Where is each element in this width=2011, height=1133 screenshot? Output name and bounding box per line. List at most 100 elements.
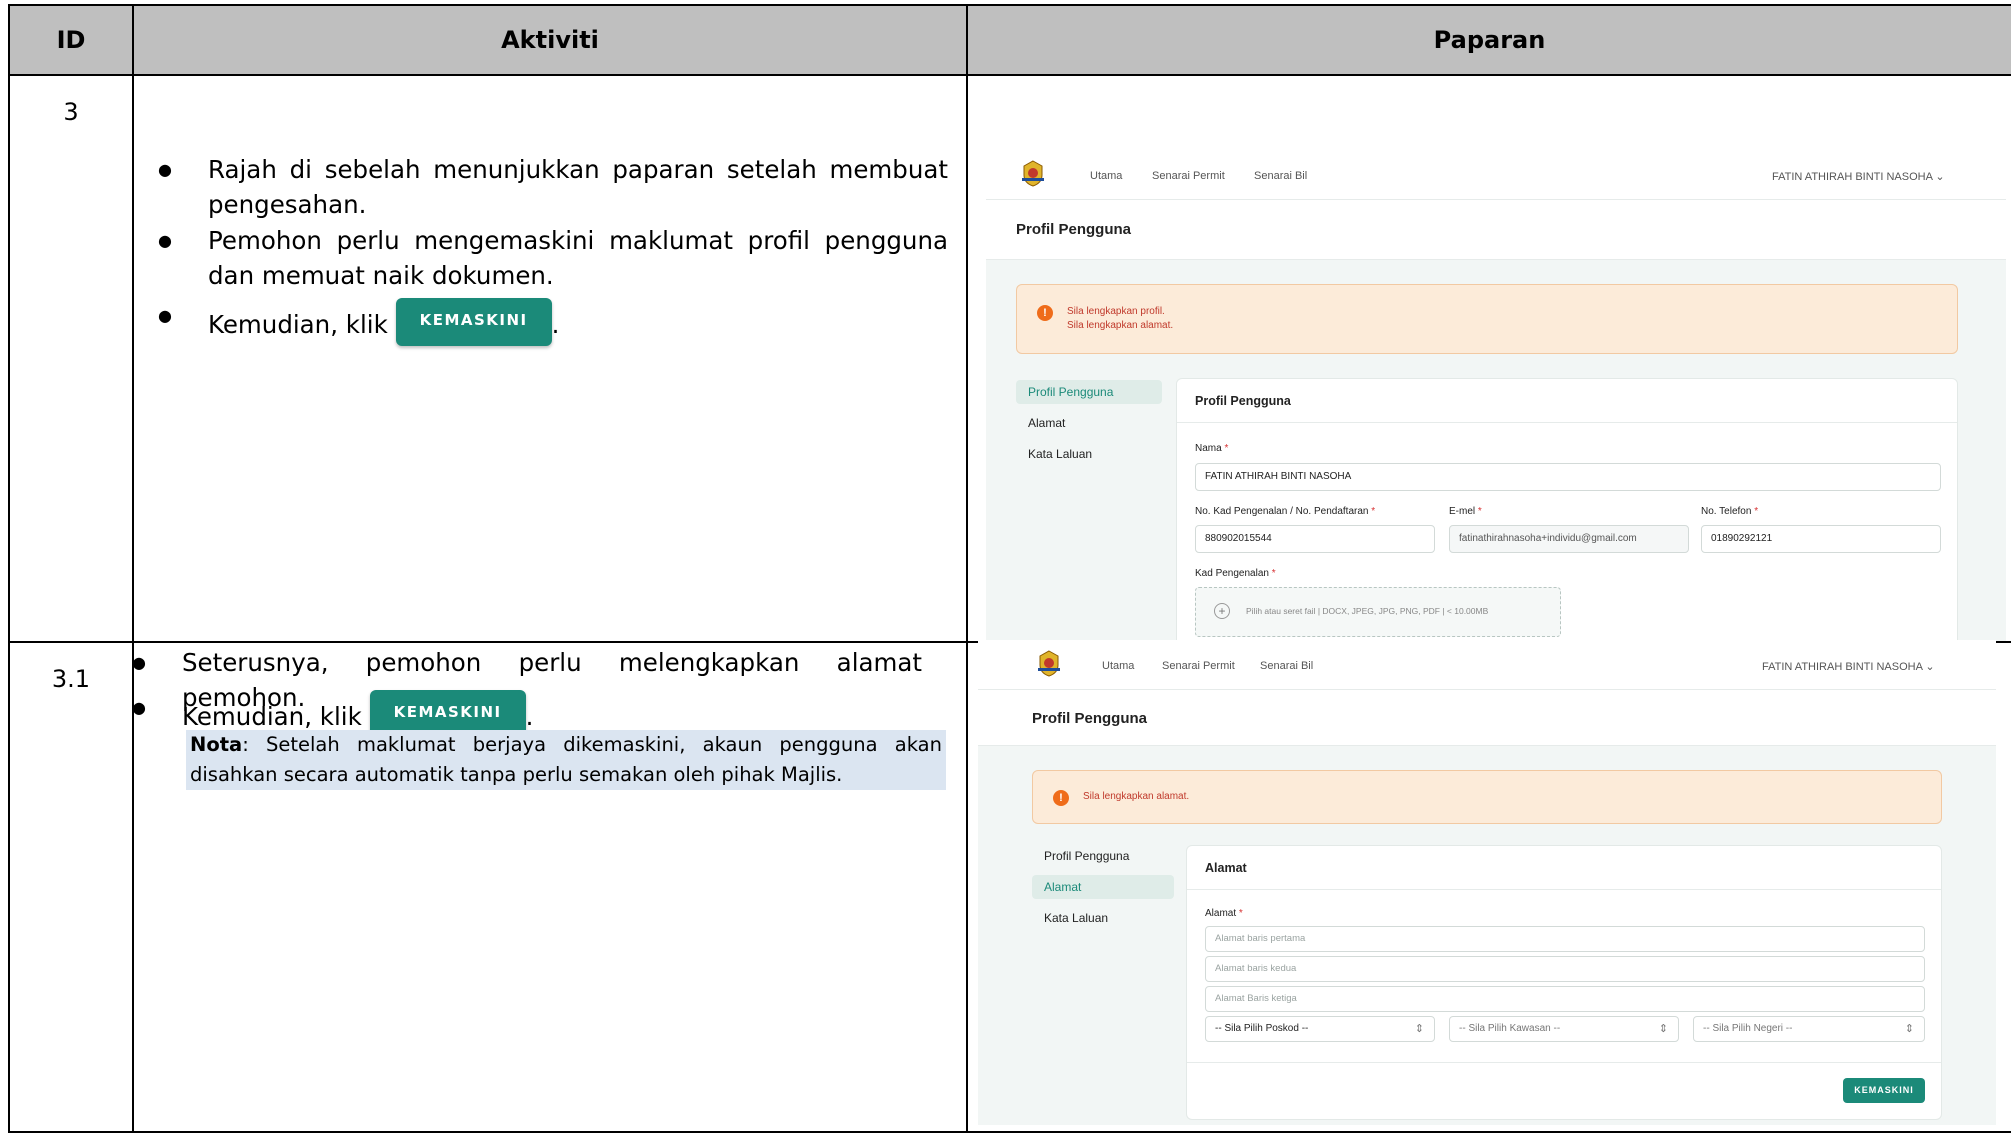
user-name: FATIN ATHIRAH BINTI NASOHA <box>1772 171 1933 183</box>
row-id: 3.1 <box>8 641 134 1133</box>
nama-label: Nama * <box>1195 443 1228 454</box>
row-activity: Rajah di sebelah menunjukkan paparan set… <box>132 74 968 643</box>
kemaskini-button[interactable]: KEMASKINI <box>1843 1078 1925 1103</box>
required-mark: * <box>1271 568 1276 579</box>
alert-circle-icon: ! <box>1037 305 1053 321</box>
select-arrows-icon: ⇕ <box>1414 1023 1424 1035</box>
user-menu[interactable]: FATIN ATHIRAH BINTI NASOHA ⌄ <box>1762 660 1935 673</box>
nav-utama[interactable]: Utama <box>1090 170 1122 182</box>
label-text: No. Telefon <box>1701 506 1752 517</box>
alert-circle-icon: ! <box>1053 790 1069 806</box>
bullet-end: . <box>525 702 534 731</box>
alert-text: Sila lengkapkan profil. Sila lengkapkan … <box>1067 305 1173 333</box>
crest-logo <box>1022 160 1044 187</box>
row-id: 3 <box>8 74 134 643</box>
required-mark: * <box>1238 908 1243 919</box>
alamat-line-2[interactable]: Alamat baris kedua <box>1205 956 1925 982</box>
alert-box: ! Sila lengkapkan profil. Sila lengkapka… <box>1016 284 1958 354</box>
nav-senarai-bil[interactable]: Senarai Bil <box>1254 170 1307 182</box>
kad-label: Kad Pengenalan * <box>1195 568 1276 579</box>
nav-senarai-bil[interactable]: Senarai Bil <box>1260 660 1313 672</box>
alert-line: Sila lengkapkan profil. <box>1067 306 1165 317</box>
table-row: 3 Rajah di sebelah menunjukkan paparan s… <box>8 74 2011 643</box>
nota-box: Nota: Setelah maklumat berjaya dikemaski… <box>186 730 946 790</box>
nav-senarai-permit[interactable]: Senarai Permit <box>1152 170 1225 182</box>
chevron-down-icon: ⌄ <box>1935 171 1945 183</box>
alamat-card: Alamat Alamat * Alamat baris pertama Ala… <box>1186 845 1942 1120</box>
phone-field[interactable]: 01890292121 <box>1701 525 1941 553</box>
alamat-screen: Utama Senarai Permit Senarai Bil FATIN A… <box>978 640 1996 1125</box>
nota-label: Nota <box>190 733 243 756</box>
card-title: Alamat <box>1187 846 1941 890</box>
select-arrows-icon: ⇕ <box>1904 1023 1914 1035</box>
page-title: Profil Pengguna <box>1032 710 1148 727</box>
kemaskini-button-image: KEMASKINI <box>395 298 552 346</box>
nota-text: : Setelah maklumat berjaya dikemaskini, … <box>190 733 942 786</box>
crest-logo <box>1038 650 1060 677</box>
upload-dropzone[interactable]: + Pilih atau seret fail | DOCX, JPEG, JP… <box>1195 587 1561 637</box>
page-title: Profil Pengguna <box>1016 221 1132 238</box>
nama-field[interactable]: FATIN ATHIRAH BINTI NASOHA <box>1195 463 1941 491</box>
poskod-select[interactable]: -- Sila Pilih Poskod -- ⇕ <box>1205 1016 1435 1042</box>
plus-circle-icon: + <box>1214 603 1230 619</box>
alamat-line-3[interactable]: Alamat Baris ketiga <box>1205 986 1925 1012</box>
user-menu[interactable]: FATIN ATHIRAH BINTI NASOHA ⌄ <box>1772 170 1945 183</box>
side-menu: Profil Pengguna Alamat Kata Laluan <box>1016 380 1162 473</box>
nav-senarai-permit[interactable]: Senarai Permit <box>1162 660 1235 672</box>
bullet-item: Kemudian, klik KEMASKINI. <box>152 298 948 346</box>
bullet-text: Kemudian, klik <box>208 310 388 339</box>
bullet-item: Pemohon perlu mengemaskini maklumat prof… <box>152 223 948 293</box>
select-arrows-icon: ⇕ <box>1658 1023 1668 1035</box>
card-title: Profil Pengguna <box>1177 379 1957 423</box>
bullet-item: Rajah di sebelah menunjukkan paparan set… <box>152 152 948 222</box>
required-mark: * <box>1754 506 1759 517</box>
alamat-label: Alamat * <box>1205 908 1243 919</box>
row-screenshot: Utama Senarai Permit Senarai Bil FATIN A… <box>966 74 2011 643</box>
side-menu: Profil Pengguna Alamat Kata Laluan <box>1032 844 1174 937</box>
ic-field[interactable]: 880902015544 <box>1195 525 1435 553</box>
user-name: FATIN ATHIRAH BINTI NASOHA <box>1762 661 1923 673</box>
side-item-kata-laluan[interactable]: Kata Laluan <box>1016 442 1162 466</box>
select-value: -- Sila Pilih Poskod -- <box>1215 1023 1309 1034</box>
bullet-end: . <box>551 310 560 339</box>
label-text: Kad Pengenalan <box>1195 568 1269 579</box>
label-text: No. Kad Pengenalan / No. Pendaftaran <box>1195 506 1369 517</box>
bullet-text: Kemudian, klik <box>182 702 362 731</box>
side-item-kata-laluan[interactable]: Kata Laluan <box>1032 906 1174 930</box>
label-text: Nama <box>1195 443 1222 454</box>
nav-utama[interactable]: Utama <box>1102 660 1134 672</box>
header-id: ID <box>8 4 134 76</box>
label-text: E-mel <box>1449 506 1476 517</box>
label-text: Alamat <box>1205 908 1237 919</box>
page-header: Profil Pengguna <box>978 690 1996 746</box>
alert-text: Sila lengkapkan alamat. <box>1083 791 1190 802</box>
required-mark: * <box>1477 506 1482 517</box>
phone-label: No. Telefon * <box>1701 506 1758 517</box>
top-navbar: Utama Senarai Permit Senarai Bil FATIN A… <box>986 150 2006 200</box>
side-item-profil[interactable]: Profil Pengguna <box>1032 844 1174 868</box>
page-header: Profil Pengguna <box>986 200 2006 260</box>
required-mark: * <box>1371 506 1376 517</box>
email-label: E-mel * <box>1449 506 1482 517</box>
negeri-select[interactable]: -- Sila Pilih Negeri -- ⇕ <box>1693 1016 1925 1042</box>
header-paparan: Paparan <box>966 4 2011 76</box>
alert-box: ! Sila lengkapkan alamat. <box>1032 770 1942 824</box>
select-value: -- Sila Pilih Negeri -- <box>1703 1023 1793 1034</box>
upload-hint: Pilih atau seret fail | DOCX, JPEG, JPG,… <box>1246 606 1489 616</box>
profile-screen: Utama Senarai Permit Senarai Bil FATIN A… <box>986 150 2006 640</box>
header-aktiviti: Aktiviti <box>132 4 968 76</box>
side-item-alamat[interactable]: Alamat <box>1032 875 1174 899</box>
required-mark: * <box>1224 443 1229 454</box>
divider <box>1187 1062 1941 1063</box>
top-navbar: Utama Senarai Permit Senarai Bil FATIN A… <box>978 640 1996 690</box>
alert-line: Sila lengkapkan alamat. <box>1067 320 1174 331</box>
kawasan-select[interactable]: -- Sila Pilih Kawasan -- ⇕ <box>1449 1016 1679 1042</box>
profile-card: Profil Pengguna Nama * FATIN ATHIRAH BIN… <box>1176 378 1958 640</box>
alamat-line-1[interactable]: Alamat baris pertama <box>1205 926 1925 952</box>
chevron-down-icon: ⌄ <box>1925 661 1935 673</box>
side-item-profil[interactable]: Profil Pengguna <box>1016 380 1162 404</box>
ic-label: No. Kad Pengenalan / No. Pendaftaran * <box>1195 506 1375 517</box>
side-item-alamat[interactable]: Alamat <box>1016 411 1162 435</box>
select-value: -- Sila Pilih Kawasan -- <box>1459 1023 1561 1034</box>
email-field[interactable]: fatinathirahnasoha+individu@gmail.com <box>1449 525 1689 553</box>
